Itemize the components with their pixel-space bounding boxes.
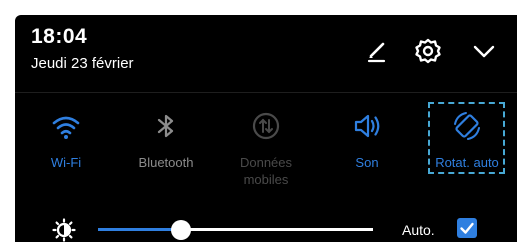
volume-icon [351,110,383,142]
clock-time: 18:04 [31,25,88,48]
tile-label-mobile-data: Données mobiles [239,155,293,187]
bluetooth-icon [150,110,182,142]
tile-wifi[interactable]: Wi-Fi [26,110,106,195]
mobile-data-icon [250,110,282,142]
auto-brightness-label: Auto. [402,222,435,238]
tile-label-auto-rotate: Rotat. auto [435,155,499,170]
tile-sound[interactable]: Son [327,110,407,195]
brightness-slider-track [181,228,373,231]
tile-label-bluetooth: Bluetooth [138,155,194,170]
brightness-slider-fill [98,228,181,231]
auto-brightness-checkbox[interactable] [457,218,477,238]
brightness-slider[interactable] [98,220,373,240]
tile-label-sound: Son [355,155,379,170]
checkmark-icon [460,222,474,234]
notification-panel: 18:04 Jeudi 23 février Wi-Fi Bluetooth D… [15,15,517,242]
gear-icon[interactable] [414,37,442,65]
tile-bluetooth[interactable]: Bluetooth [126,110,206,195]
tile-label-wifi: Wi-Fi [50,155,82,170]
tile-auto-rotate[interactable]: Rotat. auto [427,110,507,195]
date-label: Jeudi 23 février [31,55,134,72]
brightness-icon [52,218,76,242]
pencil-edit-icon[interactable] [362,37,390,65]
header-divider [15,92,517,93]
wifi-icon [50,110,82,142]
brightness-slider-thumb[interactable] [171,220,191,240]
tile-mobile-data[interactable]: Données mobiles [226,110,306,195]
auto-rotate-icon [451,110,483,142]
chevron-down-icon[interactable] [470,37,498,65]
